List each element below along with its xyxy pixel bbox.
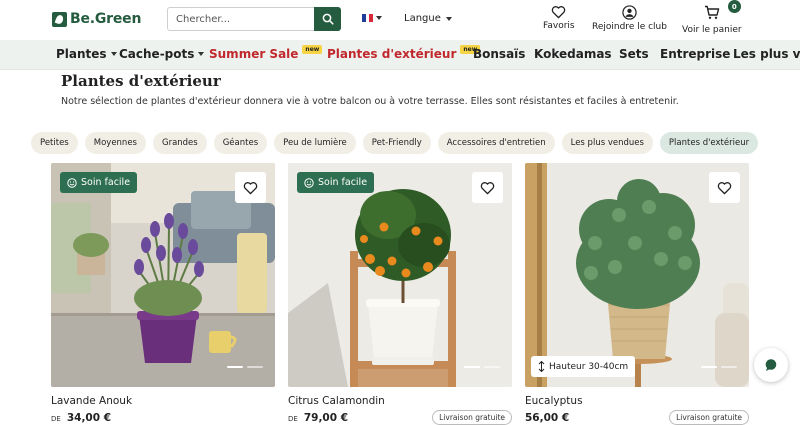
- height-label: Hauteur 30-40cm: [549, 361, 629, 372]
- product-name[interactable]: Eucalyptus: [525, 395, 583, 407]
- search-icon: [322, 13, 334, 25]
- language-selector[interactable]: Langue: [404, 13, 452, 24]
- filter-chip-pet-friendly[interactable]: Pet-Friendly: [362, 132, 431, 154]
- main-navigation: Plantes Cache-pots Summer Sale new Plant…: [0, 40, 800, 70]
- filter-chips: Petites Moyennes Grandes Géantes Peu de …: [31, 132, 759, 154]
- france-flag-icon: [362, 14, 374, 22]
- nav-item-sets[interactable]: Sets: [619, 47, 649, 61]
- search-input[interactable]: [167, 7, 314, 31]
- free-shipping-tag: Livraison gratuite: [432, 410, 512, 425]
- favorite-button[interactable]: [709, 172, 740, 203]
- club-label: Rejoindre le club: [592, 22, 667, 32]
- filter-chip-geantes[interactable]: Géantes: [213, 132, 268, 154]
- nav-item-entreprise[interactable]: Entreprise: [660, 47, 730, 61]
- chevron-down-icon: [445, 16, 452, 21]
- search-button[interactable]: [314, 7, 341, 31]
- height-tag: Hauteur 30-40cm: [531, 356, 636, 377]
- country-selector[interactable]: [362, 14, 382, 22]
- chevron-down-icon: [376, 16, 382, 20]
- heart-icon: [717, 181, 732, 194]
- heart-icon: [552, 6, 566, 19]
- top-header: Be.Green Langue Favoris Rejoindre le clu…: [0, 0, 800, 40]
- favorites-link[interactable]: Favoris: [543, 5, 575, 31]
- price-value: 79,00 €: [303, 412, 349, 424]
- filter-chip-petites[interactable]: Petites: [31, 132, 78, 154]
- price-prefix: DE: [288, 415, 298, 423]
- nav-item-bonsais[interactable]: Bonsaïs: [473, 47, 525, 61]
- filter-chip-les-plus-vendues[interactable]: Les plus vendues: [561, 132, 653, 154]
- product-price: DE 34,00 €: [51, 412, 111, 424]
- favorites-label: Favoris: [543, 21, 575, 31]
- image-carousel-indicator[interactable]: [701, 366, 737, 368]
- image-carousel-indicator[interactable]: [464, 366, 500, 368]
- product-name[interactable]: Citrus Calamondin: [288, 395, 385, 407]
- nav-item-plantes[interactable]: Plantes: [56, 47, 117, 61]
- nav-label: Les plus vendues: [733, 47, 800, 61]
- badge-label: Soin facile: [318, 177, 368, 188]
- favorite-button[interactable]: [235, 172, 266, 203]
- cart-link[interactable]: 0 Voir le panier: [682, 0, 742, 35]
- page-description: Notre sélection de plantes d'extérieur d…: [61, 96, 679, 107]
- price-prefix: DE: [51, 415, 61, 423]
- page-title: Plantes d'extérieur: [61, 72, 221, 90]
- product-card[interactable]: Soin facile Citrus Calamondin DE 79,00 €…: [288, 163, 512, 425]
- nav-item-cache-pots[interactable]: Cache-pots: [119, 47, 205, 61]
- nav-label: Bonsaïs: [473, 47, 526, 61]
- brand-name: Be.Green: [70, 11, 142, 27]
- product-card[interactable]: Hauteur 30-40cm Eucalyptus 56,00 € Livra…: [525, 163, 749, 425]
- filter-chip-accessoires[interactable]: Accessoires d'entretien: [437, 132, 555, 154]
- cart-label: Voir le panier: [682, 25, 742, 35]
- nav-label: Kokedamas: [534, 47, 612, 61]
- nav-label: Cache-pots: [119, 47, 195, 61]
- product-image[interactable]: Hauteur 30-40cm: [525, 163, 749, 387]
- chat-button[interactable]: [754, 348, 788, 382]
- filter-chip-peu-de-lumiere[interactable]: Peu de lumière: [274, 132, 356, 154]
- brand-logo[interactable]: Be.Green: [52, 11, 141, 27]
- image-carousel-indicator[interactable]: [227, 366, 263, 368]
- height-arrow-icon: [538, 361, 545, 372]
- product-image[interactable]: Soin facile: [51, 163, 275, 387]
- filter-chip-grandes[interactable]: Grandes: [152, 132, 207, 154]
- user-icon: [622, 5, 637, 20]
- product-image[interactable]: Soin facile: [288, 163, 512, 387]
- cart-icon: [704, 5, 720, 19]
- leaf-logo-icon: [52, 11, 67, 27]
- nav-label: Plantes d'extérieur: [327, 47, 457, 61]
- cart-icon-wrap: 0: [704, 0, 741, 23]
- product-price: DE 79,00 €: [288, 412, 348, 424]
- product-name[interactable]: Lavande Anouk: [51, 395, 132, 407]
- price-value: 34,00 €: [66, 412, 112, 424]
- easy-care-badge: Soin facile: [297, 172, 375, 193]
- language-label: Langue: [404, 13, 441, 24]
- nav-item-plantes-exterieur[interactable]: Plantes d'extérieur new: [327, 44, 481, 61]
- chevron-down-icon: [198, 52, 205, 56]
- nav-item-kokedamas[interactable]: Kokedamas: [534, 47, 612, 61]
- nav-label: Plantes: [56, 47, 107, 61]
- product-card[interactable]: Soin facile Lavande Anouk DE 34,00 €: [51, 163, 275, 424]
- nav-label: Sets: [619, 47, 649, 61]
- favorite-button[interactable]: [472, 172, 503, 203]
- smile-icon: [67, 177, 77, 188]
- smile-icon: [304, 177, 314, 188]
- join-club-link[interactable]: Rejoindre le club: [592, 5, 667, 32]
- heart-icon: [480, 181, 495, 194]
- free-shipping-tag: Livraison gratuite: [669, 410, 749, 425]
- chevron-down-icon: [110, 52, 117, 56]
- easy-care-badge: Soin facile: [60, 172, 138, 193]
- cart-count-badge: 0: [727, 0, 741, 13]
- nav-label: Summer Sale: [209, 47, 299, 61]
- nav-item-summer-sale[interactable]: Summer Sale new: [209, 44, 323, 61]
- chat-bubble-icon: [765, 359, 777, 371]
- filter-chip-plantes-exterieur[interactable]: Plantes d'extérieur: [659, 132, 759, 154]
- product-price: 56,00 €: [525, 412, 569, 424]
- search-bar: [167, 7, 341, 31]
- heart-icon: [243, 181, 258, 194]
- nav-label: Entreprise: [660, 47, 731, 61]
- new-badge: new: [302, 44, 323, 54]
- nav-item-les-plus-vendues[interactable]: Les plus vendues: [733, 47, 800, 61]
- badge-label: Soin facile: [81, 177, 131, 188]
- price-value: 56,00 €: [525, 412, 570, 424]
- filter-chip-moyennes[interactable]: Moyennes: [84, 132, 146, 154]
